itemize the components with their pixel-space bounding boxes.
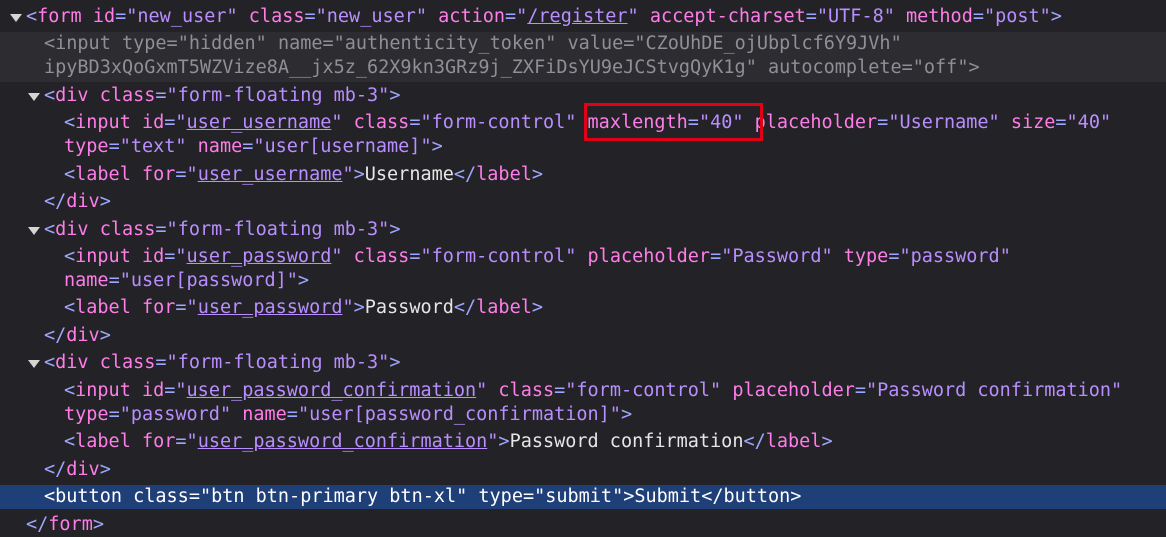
node-markup: ipyBD3xQoGxmT5WZVize8A__jx5z_62X9kn3GRz9… [44, 57, 980, 78]
node-markup: </div> [44, 191, 111, 212]
node-div-confirmation[interactable]: <div class="form-floating mb-3"> [0, 351, 1166, 375]
node-hidden-input[interactable]: <input type="hidden" name="authenticity_… [0, 32, 1166, 58]
node-form-open[interactable]: <form id="new_user" class="new_user" act… [0, 5, 1166, 29]
node-div-close[interactable]: </div> [0, 458, 1166, 482]
node-div-password[interactable]: <div class="form-floating mb-3"> [0, 218, 1166, 242]
node-markup: <div class="form-floating mb-3"> [44, 352, 401, 373]
node-markup: <label for="user_password_confirmation">… [64, 431, 833, 452]
node-input-password[interactable]: <input id="user_password" class="form-co… [0, 245, 1166, 269]
node-markup: <label for="user_username">Username</lab… [64, 164, 543, 185]
node-label-confirmation[interactable]: <label for="user_password_confirmation">… [0, 430, 1166, 454]
node-markup: <form id="new_user" class="new_user" act… [26, 6, 1062, 27]
node-markup: <input type="hidden" name="authenticity_… [44, 33, 902, 54]
devtools-inspector: <form id="new_user" class="new_user" act… [0, 0, 1166, 537]
node-div-username[interactable]: <div class="form-floating mb-3"> [0, 84, 1166, 108]
node-div-close[interactable]: </div> [0, 324, 1166, 348]
node-input-confirmation-cont[interactable]: type="password" name="user[password_conf… [0, 403, 1166, 427]
node-button-submit[interactable]: <button class="btn btn-primary btn-xl" t… [0, 485, 1166, 509]
node-hidden-input-cont[interactable]: ipyBD3xQoGxmT5WZVize8A__jx5z_62X9kn3GRz9… [0, 56, 1166, 82]
node-markup: <div class="form-floating mb-3"> [44, 85, 401, 106]
expand-triangle-icon[interactable] [28, 218, 42, 242]
node-markup: </div> [44, 459, 111, 480]
node-markup: </form> [26, 514, 104, 535]
node-label-username[interactable]: <label for="user_username">Username</lab… [0, 163, 1166, 187]
node-markup: <label for="user_password">Password</lab… [64, 297, 543, 318]
expand-triangle-icon[interactable] [28, 84, 42, 108]
expand-triangle-icon[interactable] [10, 5, 24, 29]
node-markup: <input id="user_password" class="form-co… [64, 246, 1011, 267]
node-markup: </div> [44, 325, 111, 346]
node-markup: <div class="form-floating mb-3"> [44, 219, 401, 240]
node-markup: type="text" name="user[username]"> [64, 136, 443, 157]
node-markup: type="password" name="user[password_conf… [64, 404, 633, 425]
node-label-password[interactable]: <label for="user_password">Password</lab… [0, 296, 1166, 320]
node-markup: <button class="btn btn-primary btn-xl" t… [44, 486, 802, 507]
node-markup: name="user[password]"> [64, 270, 310, 291]
node-input-username[interactable]: <input id="user_username" class="form-co… [0, 111, 1166, 135]
node-input-username-cont[interactable]: type="text" name="user[username]"> [0, 135, 1166, 159]
node-markup: <input id="user_password_confirmation" c… [64, 380, 1123, 401]
maxlength-highlight-box [584, 103, 763, 141]
node-input-password-cont[interactable]: name="user[password]"> [0, 269, 1166, 293]
expand-triangle-icon[interactable] [28, 351, 42, 375]
node-input-confirmation[interactable]: <input id="user_password_confirmation" c… [0, 379, 1166, 403]
node-div-close[interactable]: </div> [0, 190, 1166, 214]
node-form-close[interactable]: </form> [0, 513, 1166, 537]
